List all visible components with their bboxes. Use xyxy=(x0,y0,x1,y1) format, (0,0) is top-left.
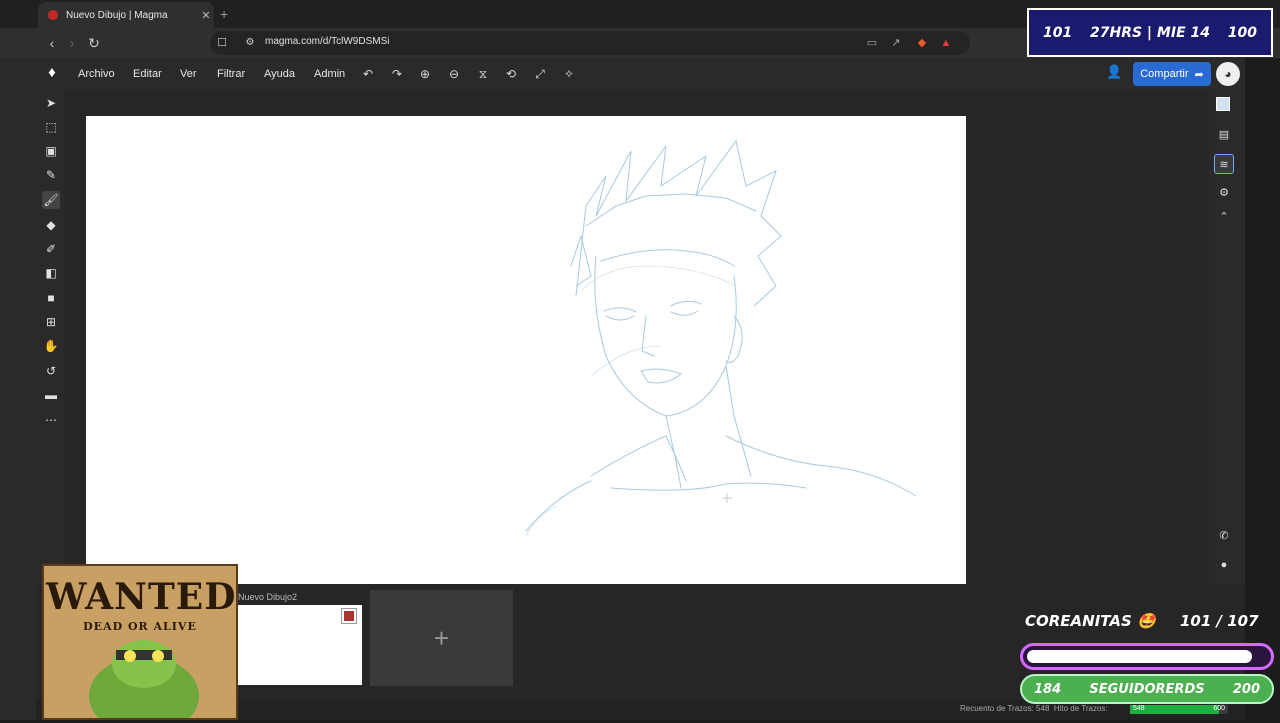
overlay-left-count: 101 xyxy=(1043,24,1073,41)
drawing-thumb-label: Nuevo Dibujo2 xyxy=(238,592,298,602)
transform-tool-icon[interactable]: ▣ xyxy=(42,142,60,160)
followers-target: 200 xyxy=(1232,681,1260,697)
shape-tool-icon[interactable]: ■ xyxy=(42,289,60,307)
brush-tool-icon[interactable]: 🖌 xyxy=(42,191,60,209)
add-layer-tool-icon[interactable]: ⊞ xyxy=(42,313,60,331)
symmetry-icon[interactable]: ✧ xyxy=(560,65,578,83)
forward-arrow-icon[interactable]: › xyxy=(62,33,82,53)
share-page-icon[interactable]: ↗ xyxy=(888,35,904,51)
add-drawing-button[interactable]: + xyxy=(370,590,513,686)
undo-icon[interactable]: ↶ xyxy=(359,65,377,83)
strokes-info: Recuento de Trazos: 548 Hito de Trazos: xyxy=(960,704,1108,713)
goal-progress-bar xyxy=(1020,643,1274,670)
sketch-drawing xyxy=(525,139,917,537)
menu-ver[interactable]: Ver xyxy=(180,68,197,80)
voice-call-icon[interactable]: ✆ xyxy=(1214,526,1234,546)
thumb-user-badge-icon xyxy=(341,608,357,624)
layers-icon[interactable]: ≋ xyxy=(1214,154,1234,174)
goal-title: COREANITAS 🤩 xyxy=(1025,612,1156,630)
zoom-out-icon[interactable]: ⊖ xyxy=(445,65,463,83)
selection-tool-icon[interactable]: ⬚ xyxy=(42,118,60,136)
goal-progress-fill xyxy=(1027,650,1253,663)
rotate-icon[interactable]: ⟲ xyxy=(502,65,520,83)
redo-icon[interactable]: ↷ xyxy=(388,65,406,83)
document-icon[interactable]: ▤ xyxy=(1214,125,1234,145)
user-avatar[interactable]: ◕ xyxy=(1216,62,1240,86)
menu-editar[interactable]: Editar xyxy=(133,68,162,80)
magma-favicon-icon xyxy=(48,10,58,20)
wanted-title: WANTED xyxy=(46,576,237,618)
overlay-right-count: 100 xyxy=(1227,24,1257,41)
share-button[interactable]: Compartir ➦ xyxy=(1133,62,1211,86)
followers-current: 184 xyxy=(1034,681,1062,697)
flip-icon[interactable]: ⧖ xyxy=(474,65,492,83)
brave-shield-icon[interactable]: ◆ xyxy=(914,35,930,51)
collapse-chevron-icon[interactable]: ⌃ xyxy=(1214,207,1234,227)
hand-tool-icon[interactable]: ✋ xyxy=(42,337,60,355)
goal-count: 101 / 107 xyxy=(1180,612,1259,630)
tab-title: Nuevo Dibujo | Magma xyxy=(66,9,168,21)
smudge-tool-icon[interactable]: ✐ xyxy=(42,240,60,258)
wanted-subtitle: DEAD OR ALIVE xyxy=(83,620,197,633)
strokes-progress-bar: 548 600 xyxy=(1130,705,1228,714)
drawing-canvas[interactable] xyxy=(86,116,966,584)
new-tab-button[interactable]: + xyxy=(220,6,228,22)
strokes-progress-value: 548 xyxy=(1133,705,1145,712)
tab-close-icon[interactable]: ✕ xyxy=(198,9,214,22)
eraser-tool-icon[interactable]: ◆ xyxy=(42,216,60,234)
magma-logo-icon[interactable]: ♦ xyxy=(44,64,60,84)
color-swatch-icon[interactable] xyxy=(1216,97,1230,111)
strokes-count-label: Recuento de Trazos: 548 xyxy=(960,704,1050,713)
reload-icon[interactable]: ↻ xyxy=(84,33,104,53)
share-arrow-icon: ➦ xyxy=(1194,68,1204,81)
overlay-timer: 27HRS | MIE 14 xyxy=(1090,24,1210,41)
menu-admin[interactable]: Admin xyxy=(314,68,345,80)
bookmark-icon[interactable]: ☐ xyxy=(212,33,232,53)
site-info-icon[interactable]: ⚙ xyxy=(240,33,260,53)
followers-label: SEGUIDORERDS xyxy=(1089,681,1205,697)
milestone-label: Hito de Trazos: xyxy=(1053,704,1108,713)
add-user-icon[interactable]: 👤 xyxy=(1106,64,1122,80)
zoom-in-icon[interactable]: ⊕ xyxy=(416,65,434,83)
eyedropper-tool-icon[interactable]: ✎ xyxy=(42,166,60,184)
fill-tool-icon[interactable]: ◧ xyxy=(42,264,60,282)
move-tool-icon[interactable]: ➤ xyxy=(42,94,60,112)
rewards-icon[interactable]: ▲ xyxy=(938,35,954,51)
chat-icon[interactable]: ● xyxy=(1214,555,1234,575)
more-tools-icon[interactable]: ⋯ xyxy=(42,411,60,429)
strokes-progress-max: 600 xyxy=(1213,705,1225,712)
share-label: Compartir xyxy=(1140,68,1189,80)
rotate-view-tool-icon[interactable]: ↺ xyxy=(42,362,60,380)
comment-tool-icon[interactable]: ▬ xyxy=(42,386,60,404)
back-arrow-icon[interactable]: ‹ xyxy=(42,33,62,53)
menu-filtrar[interactable]: Filtrar xyxy=(217,68,245,80)
settings-icon[interactable]: ⚙ xyxy=(1214,183,1234,203)
screen-cast-icon[interactable]: ▭ xyxy=(864,35,880,51)
fullscreen-icon[interactable]: ⤢ xyxy=(531,65,549,83)
menu-ayuda[interactable]: Ayuda xyxy=(264,68,295,80)
url-text: magma.com/d/TclW9DSMSi xyxy=(265,36,390,47)
menu-archivo[interactable]: Archivo xyxy=(78,68,115,80)
stream-timer-overlay: 101 27HRS | MIE 14 100 xyxy=(1027,8,1273,57)
followers-goal-bar: 184 SEGUIDORERDS 200 xyxy=(1020,674,1274,704)
browser-tab[interactable]: Nuevo Dibujo | Magma ✕ xyxy=(38,2,214,28)
